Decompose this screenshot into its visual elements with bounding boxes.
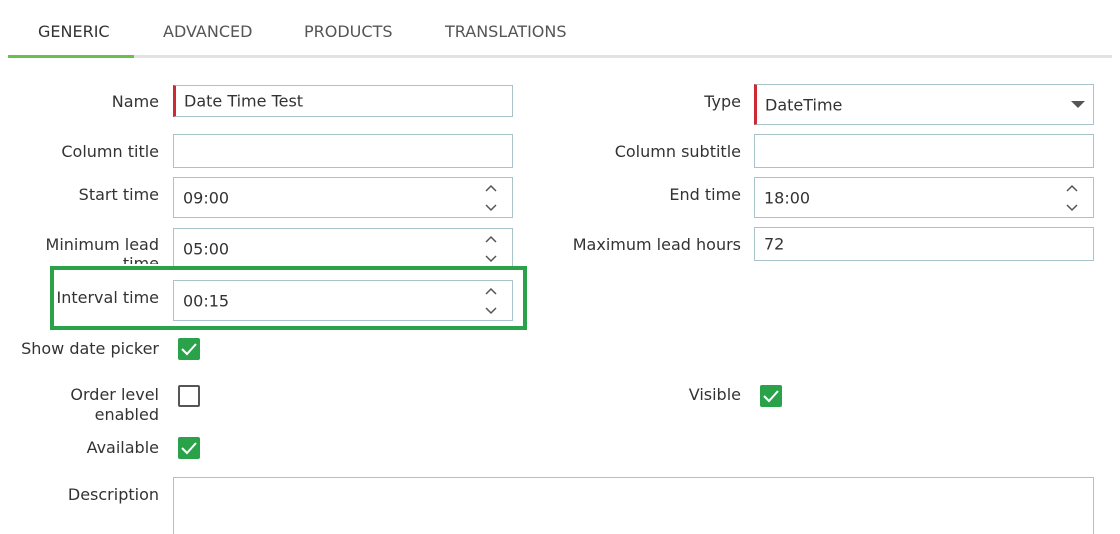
stepper-arrows-icon	[485, 287, 497, 315]
interval-time-label: Interval time	[56, 288, 159, 307]
type-label: Type	[704, 92, 741, 111]
start-time-input[interactable]: 09:00	[173, 177, 513, 218]
max-lead-hours-input[interactable]: 72	[754, 227, 1094, 261]
end-time-label: End time	[669, 185, 741, 204]
max-lead-hours-value: 72	[764, 234, 785, 254]
min-lead-time-value: 05:00	[183, 239, 230, 258]
chevron-down-icon	[1071, 100, 1085, 108]
name-input[interactable]: Date Time Test	[173, 85, 513, 117]
start-time-value: 09:00	[183, 188, 230, 207]
visible-checkbox[interactable]	[760, 385, 782, 407]
end-time-value: 18:00	[764, 188, 811, 207]
start-time-stepper[interactable]	[484, 184, 498, 212]
tab-translations[interactable]: TRANSLATIONS	[445, 22, 567, 41]
checkmark-icon	[181, 343, 197, 356]
column-title-label: Column title	[61, 142, 159, 161]
type-select-value: DateTime	[765, 95, 843, 114]
column-title-input[interactable]	[173, 134, 513, 168]
stepper-arrows-icon	[485, 184, 497, 212]
interval-time-stepper[interactable]	[484, 287, 498, 315]
column-subtitle-input[interactable]	[754, 134, 1094, 168]
name-input-value: Date Time Test	[184, 91, 304, 111]
start-time-label: Start time	[78, 185, 159, 204]
active-tab-indicator	[8, 55, 134, 58]
tab-products[interactable]: PRODUCTS	[304, 22, 393, 41]
tab-advanced[interactable]: ADVANCED	[163, 22, 252, 41]
description-label: Description	[67, 485, 159, 504]
min-lead-time-input[interactable]: 05:00	[173, 228, 513, 269]
min-lead-time-stepper[interactable]	[484, 235, 498, 263]
show-date-picker-label: Show date picker	[21, 339, 159, 358]
order-level-enabled-checkbox[interactable]	[178, 385, 200, 407]
order-level-enabled-label: Order level enabled	[70, 385, 159, 424]
max-lead-hours-label: Maximum lead hours	[572, 235, 741, 254]
available-label: Available	[86, 438, 159, 457]
name-label: Name	[111, 92, 159, 111]
interval-time-value: 00:15	[183, 291, 230, 310]
end-time-input[interactable]: 18:00	[754, 177, 1094, 218]
min-lead-time-label: Minimum lead time	[45, 235, 159, 264]
stepper-arrows-icon	[1066, 184, 1078, 212]
tab-bar: GENERIC ADVANCED PRODUCTS TRANSLATIONS	[8, 0, 1112, 58]
end-time-stepper[interactable]	[1065, 184, 1079, 212]
show-date-picker-checkbox[interactable]	[178, 338, 200, 360]
interval-time-input[interactable]: 00:15	[173, 280, 513, 321]
visible-label: Visible	[688, 385, 741, 404]
tab-generic[interactable]: GENERIC	[38, 22, 110, 41]
stepper-arrows-icon	[485, 235, 497, 263]
available-checkbox[interactable]	[178, 437, 200, 459]
checkmark-icon	[181, 442, 197, 455]
column-subtitle-label: Column subtitle	[614, 142, 741, 161]
description-textarea[interactable]	[173, 477, 1094, 534]
checkmark-icon	[763, 390, 779, 403]
type-select[interactable]: DateTime	[754, 84, 1094, 125]
